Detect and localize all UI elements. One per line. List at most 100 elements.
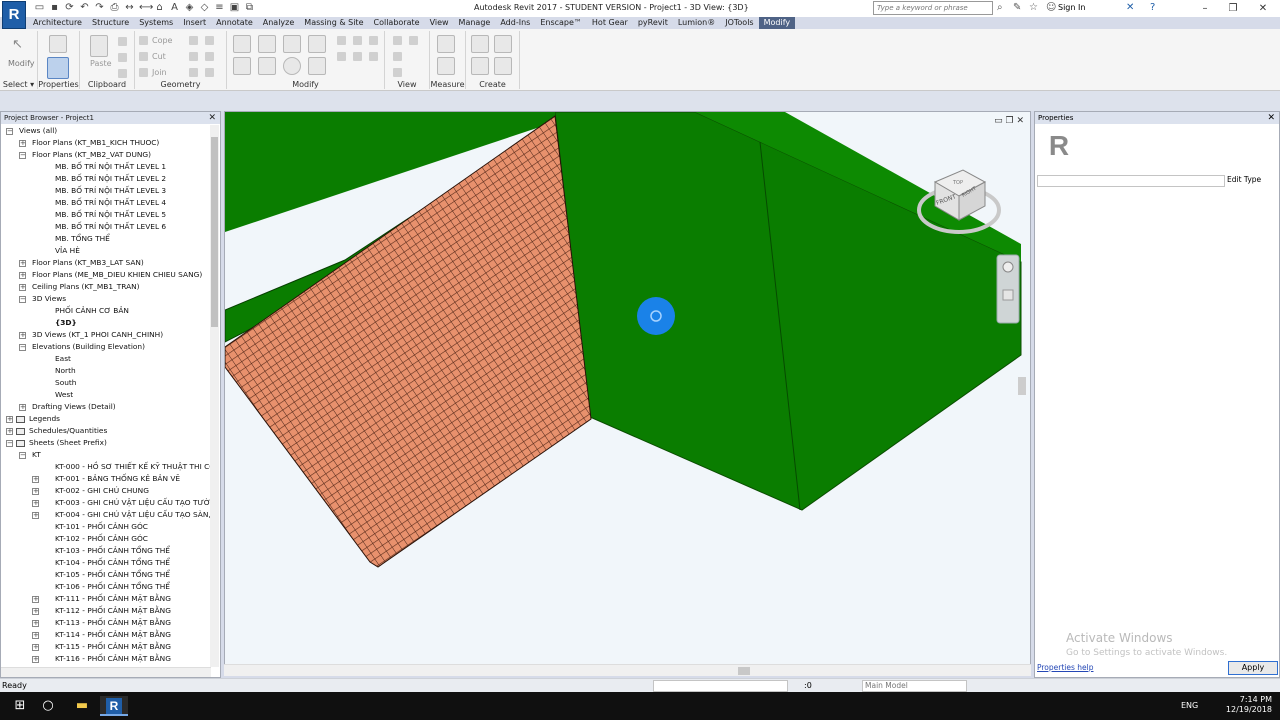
tree-item[interactable]: + Schedules/Quantities	[1, 425, 211, 437]
save-icon[interactable]: ▪	[49, 2, 60, 13]
minimize-button[interactable]: –	[1190, 0, 1220, 17]
split-icon[interactable]	[337, 36, 346, 45]
paste-icon[interactable]	[90, 35, 108, 57]
tab-lumion[interactable]: Lumion®	[673, 17, 720, 29]
measure-icon[interactable]: ↔	[124, 2, 135, 13]
tree-item[interactable]: KT-103 - PHỐI CẢNH TỔNG THỂ	[1, 545, 211, 557]
application-menu-button[interactable]: R	[2, 1, 26, 29]
mirror-axis-icon[interactable]	[283, 35, 301, 53]
revit-taskbar-button[interactable]: R	[100, 696, 128, 716]
tree-item[interactable]: KT-104 - PHỐI CẢNH TỔNG THỂ	[1, 557, 211, 569]
tree-item[interactable]: MB. BỐ TRÍ NỘI THẤT LEVEL 4	[1, 197, 211, 209]
cut-icon[interactable]	[139, 52, 148, 61]
scale-icon[interactable]	[369, 36, 378, 45]
unpin-icon[interactable]	[353, 52, 362, 61]
tree-item[interactable]: VỈA HÈ	[1, 245, 211, 257]
expand-icon[interactable]: +	[32, 512, 39, 519]
tree-item[interactable]: KT-105 - PHỐI CẢNH TỔNG THỂ	[1, 569, 211, 581]
tab-structure[interactable]: Structure	[87, 17, 134, 29]
rotate-icon[interactable]	[283, 57, 301, 75]
3d-view-icon[interactable]: ◈	[184, 2, 195, 13]
favorites-icon[interactable]: ☆	[1029, 2, 1038, 13]
collapse-icon[interactable]: −	[19, 452, 26, 459]
tree-item[interactable]: −3D Views	[1, 293, 211, 305]
tag-icon[interactable]: ⌂	[154, 2, 165, 13]
type-selector[interactable]	[1037, 175, 1225, 187]
expand-icon[interactable]: +	[6, 428, 13, 435]
tab-architecture[interactable]: Architecture	[28, 17, 87, 29]
help-icon[interactable]: ?	[1150, 2, 1155, 13]
tree-item[interactable]: MB. BỐ TRÍ NỘI THẤT LEVEL 2	[1, 173, 211, 185]
viewport-horizontal-scrollbar[interactable]	[224, 664, 1031, 676]
tree-item[interactable]: KT-101 - PHỐI CẢNH GÓC	[1, 521, 211, 533]
tree-item[interactable]: + KT-111 - PHỐI CẢNH MẶT BẰNG	[1, 593, 211, 605]
user-icon[interactable]: ☺	[1046, 2, 1056, 13]
navigation-bar[interactable]	[996, 254, 1020, 324]
collapse-icon[interactable]: −	[6, 440, 13, 447]
close-button[interactable]: ✕	[1248, 0, 1278, 17]
tree-item[interactable]: East	[1, 353, 211, 365]
collapse-icon[interactable]: −	[19, 344, 26, 351]
tree-item[interactable]: MB. BỐ TRÍ NỘI THẤT LEVEL 1	[1, 161, 211, 173]
expand-icon[interactable]: +	[6, 416, 13, 423]
section-icon[interactable]: ◇	[199, 2, 210, 13]
tab-jotools[interactable]: JOTools	[720, 17, 758, 29]
tree-item[interactable]: MB. BỐ TRÍ NỘI THẤT LEVEL 6	[1, 221, 211, 233]
tab-annotate[interactable]: Annotate	[211, 17, 258, 29]
tree-item[interactable]: − Floor Plans (KT_MB2_VAT DUNG)	[1, 149, 211, 161]
cope-icon[interactable]	[139, 36, 148, 45]
tree-item[interactable]: − Sheets (Sheet Prefix)	[1, 437, 211, 449]
cut-clip-icon[interactable]	[118, 37, 127, 46]
expand-icon[interactable]: +	[19, 332, 26, 339]
sign-in-button[interactable]: Sign In	[1058, 3, 1085, 12]
undo-icon[interactable]: ↶	[79, 2, 90, 13]
expand-icon[interactable]: +	[32, 644, 39, 651]
geom-tool-5-icon[interactable]	[189, 68, 198, 77]
hide-icon[interactable]	[393, 36, 402, 45]
tree-item[interactable]: KT-106 - PHỐI CẢNH TỔNG THỂ	[1, 581, 211, 593]
design-option-selector[interactable]: Main Model	[862, 680, 967, 692]
join-icon[interactable]	[139, 68, 148, 77]
tree-item[interactable]: KT-000 - HỒ SƠ THIẾT KẾ KỸ THUẬT THI CÔN…	[1, 461, 211, 473]
collapse-icon[interactable]: −	[6, 128, 13, 135]
cope-label[interactable]: Cope	[152, 36, 172, 45]
geom-tool-3-icon[interactable]	[189, 52, 198, 61]
vertical-scrollbar[interactable]	[210, 125, 219, 667]
tree-item[interactable]: + Legends	[1, 413, 211, 425]
help-search-input[interactable]: Type a keyword or phrase	[873, 1, 993, 15]
system-clock[interactable]: 7:14 PM 12/19/2018	[1226, 695, 1272, 715]
tree-item[interactable]: +3D Views (KT_1 PHOI CANH_CHINH)	[1, 329, 211, 341]
tree-item[interactable]: South	[1, 377, 211, 389]
tree-item[interactable]: + KT-116 - PHỐI CẢNH MẶT BẰNG	[1, 653, 211, 665]
create-similar-icon[interactable]	[494, 57, 512, 75]
tab-collaborate[interactable]: Collaborate	[369, 17, 425, 29]
tree-item[interactable]: − Views (all)	[1, 125, 211, 137]
exchange-apps-icon[interactable]: ✕	[1126, 2, 1134, 13]
tree-item[interactable]: + Drafting Views (Detail)	[1, 401, 211, 413]
expand-icon[interactable]: +	[32, 596, 39, 603]
tab-systems[interactable]: Systems	[134, 17, 178, 29]
properties-icon[interactable]	[47, 57, 69, 79]
aligned-dimension-icon[interactable]	[437, 57, 455, 75]
tree-item[interactable]: KT-102 - PHỐI CẢNH GÓC	[1, 533, 211, 545]
expand-icon[interactable]: +	[19, 284, 26, 291]
view-window-controls[interactable]: ▭ ❐ ✕	[994, 116, 1024, 126]
file-explorer-icon[interactable]: ▬	[70, 696, 94, 716]
properties-help-link[interactable]: Properties help	[1037, 663, 1094, 672]
expand-icon[interactable]: +	[32, 488, 39, 495]
tab-modify[interactable]: Modify	[758, 17, 796, 29]
tree-item[interactable]: + KT-115 - PHỐI CẢNH MẶT BẰNG	[1, 641, 211, 653]
dimension-icon[interactable]: ⟷	[139, 2, 153, 13]
expand-icon[interactable]: +	[32, 476, 39, 483]
search-icon[interactable]: ⌕	[997, 2, 1003, 13]
tab-hot-gear[interactable]: Hot Gear	[587, 17, 633, 29]
tab-manage[interactable]: Manage	[454, 17, 496, 29]
redo-icon[interactable]: ↷	[94, 2, 105, 13]
tree-item[interactable]: + Floor Plans (KT_MB3_LAT SAN)	[1, 257, 211, 269]
close-hidden-icon[interactable]: ▣	[229, 2, 240, 13]
match-type-icon[interactable]	[118, 69, 127, 78]
expand-icon[interactable]: +	[32, 656, 39, 663]
tab-enscape[interactable]: Enscape™	[535, 17, 587, 29]
tree-item[interactable]: West	[1, 389, 211, 401]
tree-item[interactable]: {3D}	[1, 317, 211, 329]
